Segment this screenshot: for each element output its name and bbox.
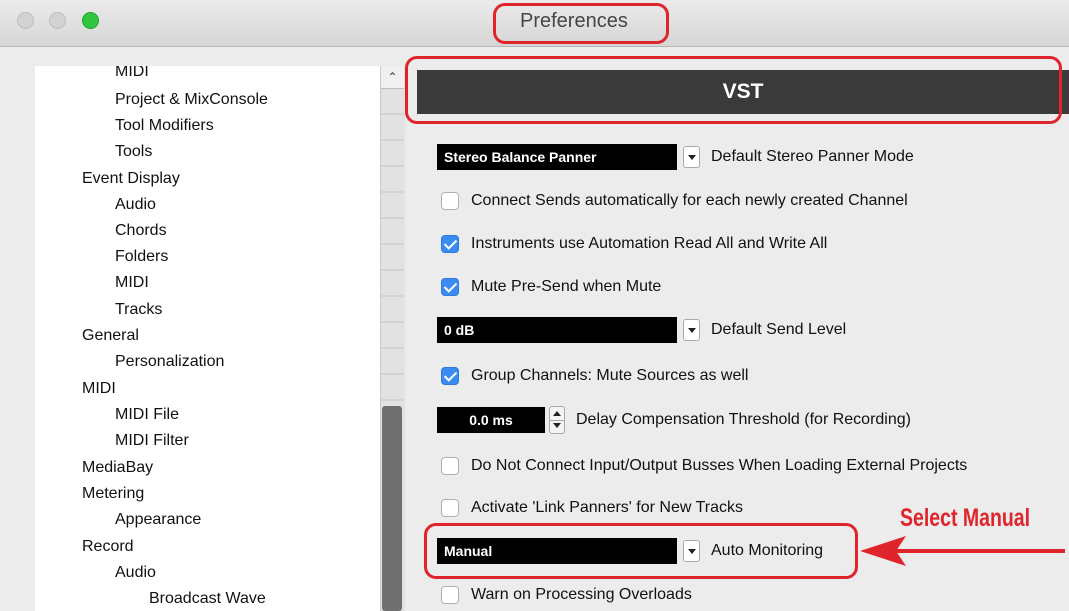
sidebar-item-midi-filter[interactable]: MIDI Filter (115, 432, 189, 450)
sidebar-item-event-midi[interactable]: MIDI (115, 274, 149, 292)
sidebar-item-midi-section[interactable]: MIDI (82, 380, 116, 398)
no-connect-busses-checkbox[interactable] (441, 457, 459, 475)
connect-sends-checkbox[interactable] (441, 192, 459, 210)
send-level-label: Default Send Level (711, 321, 847, 338)
warn-overloads-checkbox[interactable] (441, 586, 459, 604)
no-connect-busses-label: Do Not Connect Input/Output Busses When … (471, 457, 968, 474)
annotation-text: Select Manual (900, 504, 1031, 532)
sidebar-item-broadcast-wave[interactable]: Broadcast Wave (149, 590, 266, 608)
auto-monitoring-highlight-box (424, 523, 858, 579)
delay-comp-stepper[interactable] (549, 406, 565, 434)
stepper-up-icon[interactable] (553, 411, 561, 416)
send-level-select[interactable]: 0 dB (437, 317, 677, 343)
preferences-sidebar: MIDI Project & MixConsole Tool Modifiers… (35, 66, 380, 611)
vst-header-highlight-box (405, 56, 1062, 124)
warn-overloads-row: Warn on Processing Overloads (441, 581, 692, 609)
sidebar-scrollbar[interactable]: ⌃ (380, 66, 405, 611)
delay-comp-row: 0.0 ms Delay Compensation Threshold (for… (437, 406, 911, 434)
sidebar-item-general[interactable]: General (82, 327, 139, 345)
close-window-button[interactable] (17, 12, 34, 29)
mute-pre-send-checkbox[interactable] (441, 278, 459, 296)
scroll-thumb[interactable] (382, 406, 402, 611)
scroll-track (381, 113, 404, 401)
link-panners-label: Activate 'Link Panners' for New Tracks (471, 499, 743, 516)
chevron-down-icon[interactable] (683, 146, 700, 168)
instruments-automation-label: Instruments use Automation Read All and … (471, 235, 828, 252)
stepper-down-icon[interactable] (553, 423, 561, 428)
delay-comp-field[interactable]: 0.0 ms (437, 407, 545, 433)
stereo-panner-label: Default Stereo Panner Mode (711, 148, 914, 165)
annotation-arrow-icon (860, 536, 1065, 566)
sidebar-item-personalization[interactable]: Personalization (115, 353, 224, 371)
stepper-divider (550, 420, 564, 421)
connect-sends-label: Connect Sends automatically for each new… (471, 192, 908, 209)
sidebar-item-midi[interactable]: MIDI (115, 66, 149, 81)
sidebar-item-record-audio[interactable]: Audio (115, 564, 156, 582)
sidebar-item-audio[interactable]: Audio (115, 196, 156, 214)
mute-pre-send-label: Mute Pre-Send when Mute (471, 278, 662, 295)
stereo-panner-select[interactable]: Stereo Balance Panner (437, 144, 677, 170)
connect-sends-row: Connect Sends automatically for each new… (441, 187, 908, 215)
instruments-automation-checkbox[interactable] (441, 235, 459, 253)
chevron-down-icon[interactable] (683, 319, 700, 341)
sidebar-item-event-display[interactable]: Event Display (82, 170, 180, 188)
minimize-window-button[interactable] (49, 12, 66, 29)
delay-comp-label: Delay Compensation Threshold (for Record… (576, 411, 911, 428)
sidebar-item-tools[interactable]: Tools (115, 143, 152, 161)
sidebar-item-mediabay[interactable]: MediaBay (82, 459, 153, 477)
sidebar-item-metering[interactable]: Metering (82, 485, 144, 503)
zoom-window-button[interactable] (82, 12, 99, 29)
sidebar-item-record[interactable]: Record (82, 538, 134, 556)
scroll-up-arrow-icon[interactable]: ⌃ (381, 66, 404, 89)
sidebar-item-tool-modifiers[interactable]: Tool Modifiers (115, 117, 214, 135)
no-connect-busses-row: Do Not Connect Input/Output Busses When … (441, 452, 967, 480)
group-channels-label: Group Channels: Mute Sources as well (471, 367, 749, 384)
send-level-row: 0 dB Default Send Level (437, 316, 846, 344)
link-panners-checkbox[interactable] (441, 499, 459, 517)
group-channels-row: Group Channels: Mute Sources as well (441, 362, 748, 390)
instruments-automation-row: Instruments use Automation Read All and … (441, 230, 827, 258)
sidebar-item-midi-file[interactable]: MIDI File (115, 406, 179, 424)
sidebar-item-appearance[interactable]: Appearance (115, 511, 201, 529)
sidebar-item-folders[interactable]: Folders (115, 248, 168, 266)
title-highlight-box (493, 3, 669, 44)
group-channels-checkbox[interactable] (441, 367, 459, 385)
link-panners-row: Activate 'Link Panners' for New Tracks (441, 494, 743, 522)
mute-pre-send-row: Mute Pre-Send when Mute (441, 273, 661, 301)
sidebar-item-chords[interactable]: Chords (115, 222, 167, 240)
sidebar-item-tracks[interactable]: Tracks (115, 301, 162, 319)
sidebar-item-project-mixconsole[interactable]: Project & MixConsole (115, 91, 268, 109)
warn-overloads-label: Warn on Processing Overloads (471, 586, 692, 603)
stereo-panner-row: Stereo Balance Panner Default Stereo Pan… (437, 143, 914, 171)
